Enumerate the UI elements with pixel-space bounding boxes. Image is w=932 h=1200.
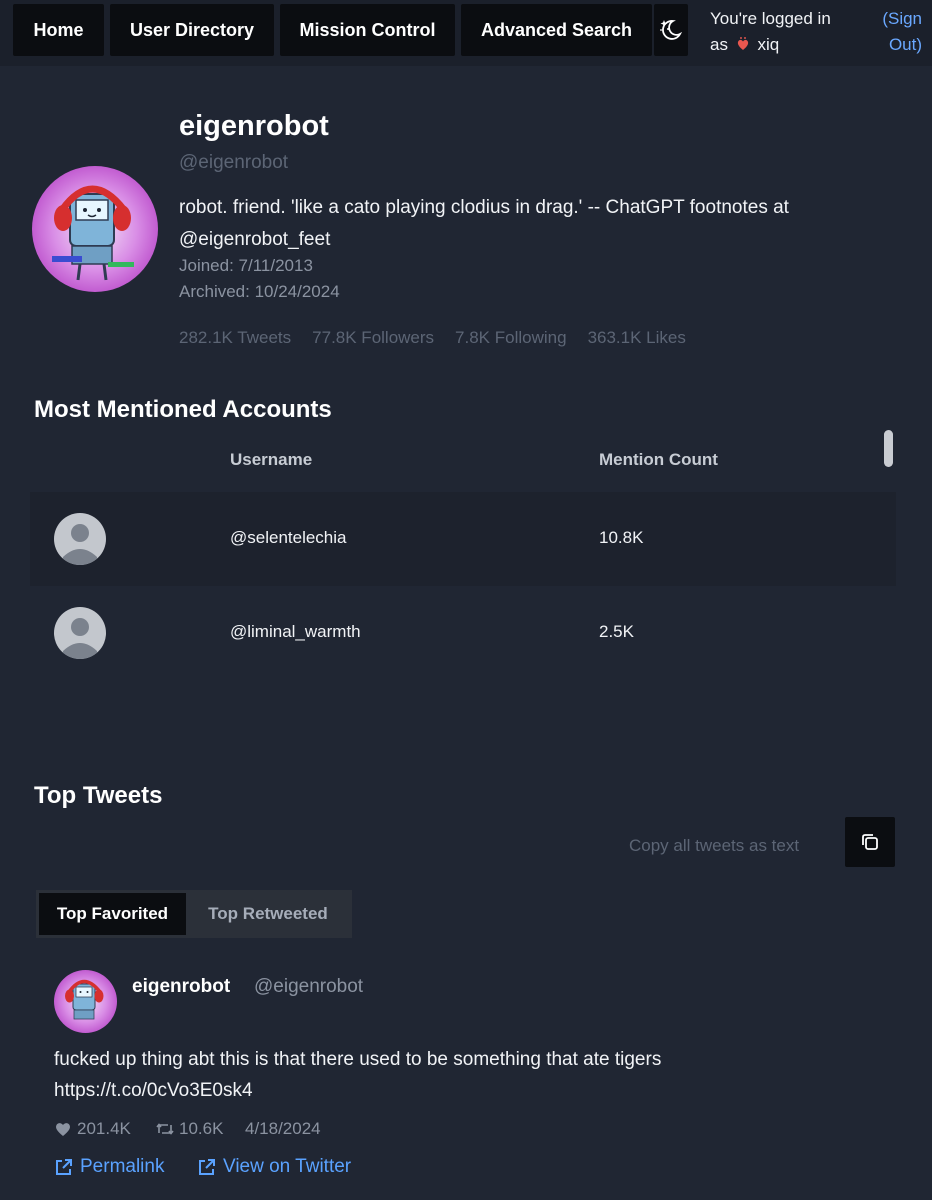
login-status-line2: as xiq [710,32,850,58]
table-row: @liminal_warmth 2.5K [30,586,896,680]
retweet-icon [156,1123,174,1135]
permalink-link[interactable]: Permalink [54,1156,164,1178]
tab-top-retweeted[interactable]: Top Retweeted [188,893,348,935]
tweet-text-line1: fucked up thing abt this is that there u… [54,1049,662,1070]
top-nav: Home User Directory Mission Control Adva… [0,0,932,66]
table-row: @selentelechia 10.8K [30,492,896,586]
sign-out-line2: Out) [888,35,922,54]
nav-mission-control-button[interactable]: Mission Control [280,4,455,56]
copy-icon [862,834,878,850]
default-avatar-icon [54,513,106,565]
robot-avatar-image [32,166,158,292]
tab-top-favorited[interactable]: Top Favorited [39,893,186,935]
tweet-author-handle[interactable]: @eigenrobot [254,976,363,998]
mention-count: 10.8K [599,528,644,547]
permalink-label: Permalink [80,1156,165,1177]
column-header-mention-count: Mention Count [599,450,718,469]
stat-following: 7.8K Following [455,328,567,347]
mentioned-username[interactable]: @liminal_warmth [230,622,361,642]
robot-avatar-image [54,970,117,1033]
nav-home-button[interactable]: Home [13,4,104,56]
top-tweets-heading: Top Tweets [34,782,163,809]
tweet-text: fucked up thing abt this is that there u… [54,1044,854,1106]
copy-all-tweets-button[interactable] [845,817,895,867]
tweet-author-avatar[interactable] [54,970,117,1033]
copy-all-tweets-label[interactable]: Copy all tweets as text [629,836,799,856]
stat-likes: 363.1K Likes [587,328,686,347]
login-as-label: as [710,35,728,54]
external-link-icon [199,1159,215,1175]
tweet-like-count: 201.4K [77,1119,131,1138]
stat-followers: 77.8K Followers [312,328,435,347]
tweet-date: 4/18/2024 [245,1119,321,1138]
profile-bio: robot. friend. 'like a cato playing clod… [179,192,899,256]
profile-avatar [32,166,158,292]
tweet-likes: 201.4K [54,1119,131,1139]
nav-user-directory-button[interactable]: User Directory [110,4,274,56]
view-on-twitter-link[interactable]: View on Twitter [197,1156,351,1178]
profile-bio-line2: @eigenrobot_feet [179,229,331,250]
profile-joined: Joined: 7/11/2013 [179,256,313,275]
mentioned-username[interactable]: @selentelechia [230,528,347,548]
stat-tweets: 282.1K Tweets [179,328,292,347]
sign-out-line1: (Sign [882,9,922,28]
tweet-retweet-count: 10.6K [179,1119,224,1138]
profile-archived: Archived: 10/24/2024 [179,282,340,301]
mentions-heading: Most Mentioned Accounts [34,396,332,423]
login-status: You're logged in as xiq [710,6,850,58]
login-status-line1: You're logged in [710,9,831,28]
tweet-retweets: 10.6K [156,1119,223,1139]
theme-toggle-button[interactable] [654,4,688,56]
tweet-author-name[interactable]: eigenrobot [132,976,230,998]
profile-bio-line1: robot. friend. 'like a cato playing clod… [179,197,789,218]
profile-handle: @eigenrobot [179,152,289,173]
heart-icon [56,1123,70,1136]
column-header-username: Username [230,450,313,469]
view-on-twitter-label: View on Twitter [223,1156,352,1177]
default-avatar-icon [54,607,106,659]
table-scrollbar[interactable] [884,430,893,467]
mention-count: 2.5K [599,622,634,641]
profile-name: eigenrobot [179,110,329,142]
external-link-icon [56,1159,72,1175]
tweet-tabs: Top Favorited Top Retweeted [36,890,352,938]
login-username: xiq [757,35,780,54]
tweet-link[interactable]: https://t.co/0cVo3E0sk4 [54,1075,854,1106]
moon-stars-icon [660,20,683,40]
anatomical-heart-icon [737,37,748,50]
profile-stats: 282.1K Tweets 77.8K Followers 7.8K Follo… [179,328,686,348]
nav-advanced-search-button[interactable]: Advanced Search [461,4,652,56]
sign-out-link[interactable]: (Sign Out) [862,6,922,58]
